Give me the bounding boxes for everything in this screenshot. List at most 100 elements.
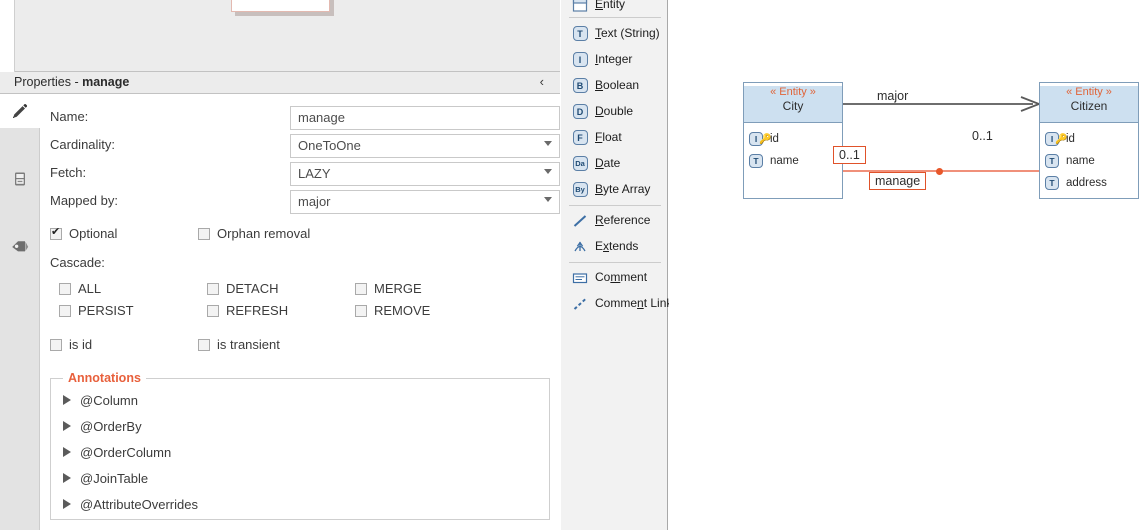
- text-string-icon: T: [1045, 176, 1059, 190]
- checkbox-is-id[interactable]: is id: [50, 337, 92, 352]
- annotation-jointable[interactable]: @JoinTable: [63, 471, 148, 486]
- palette-item-boolean[interactable]: B Boolean: [567, 75, 665, 97]
- checkbox-is-transient[interactable]: is transient: [198, 337, 280, 352]
- float-icon: F: [571, 129, 589, 147]
- palette-item-byte-array[interactable]: By Byte Array: [567, 179, 665, 201]
- checkbox-is-transient-box[interactable]: [198, 339, 210, 351]
- fetch-select[interactable]: LAZY: [290, 162, 560, 186]
- checkbox-cascade-detach-box[interactable]: [207, 283, 219, 295]
- palette-item-byte-array-label: Byte Array: [595, 182, 651, 196]
- properties-header: Properties - manage ‹: [0, 72, 560, 94]
- field-cardinality-label: Cardinality:: [50, 137, 116, 152]
- palette-item-comment[interactable]: Comment: [567, 267, 665, 289]
- entity-city-header: « Entity » City: [744, 86, 842, 123]
- diagram-canvas[interactable]: « Entity » City I 🔑 id T name « Entity »…: [669, 0, 1144, 530]
- checkbox-orphan-removal-box[interactable]: [198, 228, 210, 240]
- side-tab-database[interactable]: [0, 162, 40, 196]
- palette-item-text-string[interactable]: T Text (String): [567, 23, 665, 45]
- entity-citizen-attr-name[interactable]: T name: [1040, 150, 1138, 172]
- checkbox-cascade-detach[interactable]: DETACH: [207, 281, 278, 296]
- field-name-label: Name:: [50, 109, 89, 124]
- annotation-attributeoverrides[interactable]: @AttributeOverrides: [63, 497, 198, 512]
- checkbox-cascade-remove[interactable]: REMOVE: [355, 303, 430, 318]
- checkbox-is-id-label: is id: [69, 337, 93, 352]
- relation-manage-label[interactable]: manage: [869, 172, 927, 190]
- field-fetch: Fetch: LAZY: [50, 162, 560, 186]
- byte-array-icon: By: [571, 181, 589, 199]
- app-root: Properties - manage ‹ Name: manage Cardi…: [0, 0, 1144, 530]
- double-icon: D: [571, 103, 589, 121]
- triangle-right-icon[interactable]: [63, 395, 71, 405]
- properties-title-prefix: Properties -: [14, 75, 83, 89]
- palette-item-float[interactable]: F Float: [567, 127, 665, 149]
- properties-form: Name: manage Cardinality: OneToOne Fetch…: [40, 94, 560, 530]
- checkbox-cascade-all-box[interactable]: [59, 283, 71, 295]
- properties-body: Name: manage Cardinality: OneToOne Fetch…: [0, 94, 560, 530]
- checkbox-cascade-persist-box[interactable]: [59, 305, 71, 317]
- key-icon: 🔑: [1055, 134, 1068, 145]
- relation-major-multiplicity[interactable]: 0..1: [972, 129, 993, 143]
- annotations-group: Annotations @Column @OrderBy @OrderColum…: [50, 371, 550, 520]
- palette-item-comment-link[interactable]: Comment Link: [567, 293, 672, 315]
- entity-city-attr-id[interactable]: I 🔑 id: [744, 128, 842, 150]
- triangle-right-icon[interactable]: [63, 447, 71, 457]
- entity-city-attr-name[interactable]: T name: [744, 150, 842, 172]
- palette-item-integer[interactable]: I Integer: [567, 49, 665, 71]
- entity-citizen[interactable]: « Entity » Citizen I 🔑 id T name T addre…: [1039, 82, 1139, 199]
- checkbox-cascade-persist[interactable]: PERSIST: [59, 303, 134, 318]
- cardinality-select[interactable]: OneToOne: [290, 134, 560, 158]
- checkbox-orphan-removal[interactable]: Orphan removal: [198, 226, 310, 241]
- relation-manage-multiplicity[interactable]: 0..1: [833, 146, 866, 164]
- checkbox-cascade-merge-box[interactable]: [355, 283, 367, 295]
- floating-entity-box[interactable]: [231, 0, 330, 12]
- palette-item-date[interactable]: Da Date: [567, 153, 665, 175]
- annotations-legend: Annotations: [63, 371, 146, 385]
- entity-citizen-attr-id-label: id: [1066, 133, 1075, 145]
- checkbox-cascade-refresh[interactable]: REFRESH: [207, 303, 288, 318]
- chevron-left-icon[interactable]: ‹: [540, 75, 544, 89]
- triangle-right-icon[interactable]: [63, 499, 71, 509]
- triangle-right-icon[interactable]: [63, 421, 71, 431]
- palette-item-date-label: Date: [595, 156, 621, 170]
- properties-region: Properties - manage ‹ Name: manage Cardi…: [0, 0, 560, 530]
- checkbox-cascade-refresh-box[interactable]: [207, 305, 219, 317]
- side-tab-tags[interactable]: [0, 230, 40, 264]
- palette-item-entity[interactable]: Entity: [567, 0, 665, 16]
- field-mapped-by: Mapped by: major: [50, 190, 560, 214]
- triangle-right-icon[interactable]: [63, 473, 71, 483]
- palette-divider-3: [569, 262, 661, 263]
- editor-canvas-area[interactable]: [0, 0, 560, 72]
- field-name: Name: manage: [50, 106, 560, 130]
- palette-item-double[interactable]: D Double: [567, 101, 665, 123]
- annotation-orderby[interactable]: @OrderBy: [63, 419, 142, 434]
- cascade-label: Cascade:: [50, 255, 105, 270]
- entity-citizen-attr-address[interactable]: T address: [1040, 172, 1138, 194]
- palette-item-float-label: Float: [595, 130, 622, 144]
- checkbox-cascade-all[interactable]: ALL: [59, 281, 101, 296]
- entity-citizen-attr-id[interactable]: I 🔑 id: [1040, 128, 1138, 150]
- checkbox-cascade-merge[interactable]: MERGE: [355, 281, 422, 296]
- integer-icon: I: [571, 51, 589, 69]
- side-tab-general[interactable]: [0, 94, 40, 128]
- page-title: Properties - manage: [14, 75, 129, 89]
- checkbox-cascade-merge-label: MERGE: [374, 281, 422, 296]
- entity-city[interactable]: « Entity » City I 🔑 id T name: [743, 82, 843, 199]
- fetch-select-value: LAZY: [298, 166, 331, 181]
- relation-major-label[interactable]: major: [877, 89, 908, 103]
- annotation-ordercolumn[interactable]: @OrderColumn: [63, 445, 171, 460]
- annotation-column[interactable]: @Column: [63, 393, 138, 408]
- relation-manage-handle[interactable]: [936, 168, 943, 175]
- palette-item-reference[interactable]: Reference: [567, 210, 665, 232]
- checkbox-is-id-box[interactable]: [50, 339, 62, 351]
- field-mapped-by-label: Mapped by:: [50, 193, 118, 208]
- palette-item-extends[interactable]: Extends: [567, 236, 665, 258]
- checkbox-orphan-removal-label: Orphan removal: [217, 226, 311, 241]
- mapped-by-select[interactable]: major: [290, 190, 560, 214]
- checkbox-optional-box[interactable]: [50, 226, 62, 240]
- checkbox-optional[interactable]: Optional: [50, 226, 117, 241]
- checkbox-cascade-remove-box[interactable]: [355, 305, 367, 317]
- name-input[interactable]: manage: [290, 106, 560, 130]
- chevron-down-icon: [544, 169, 552, 174]
- entity-city-attr-id-label: id: [770, 133, 779, 145]
- tag-icon: [12, 241, 29, 252]
